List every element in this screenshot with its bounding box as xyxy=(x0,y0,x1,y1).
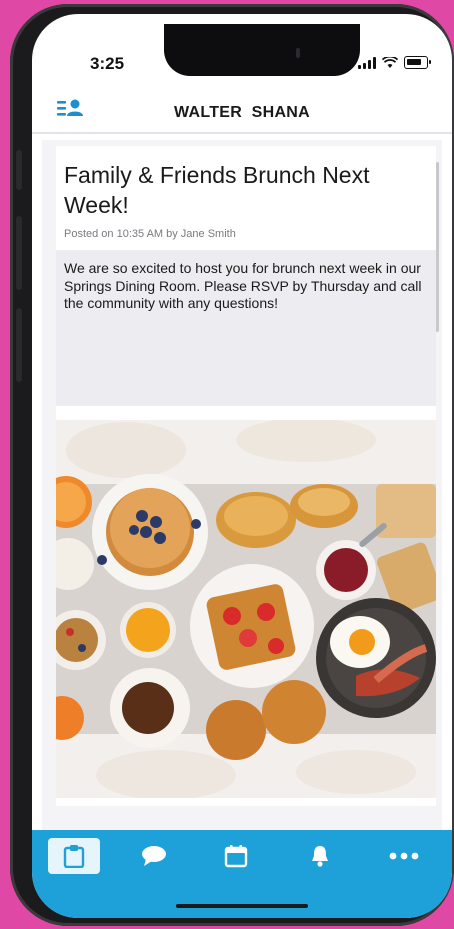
post-card: Family & Friends Brunch Next Week! Poste… xyxy=(56,146,436,806)
post-body: We are so excited to host you for brunch… xyxy=(56,250,436,406)
tab-notifications[interactable] xyxy=(294,838,346,874)
brunch-photo[interactable] xyxy=(56,420,436,798)
signal-icon xyxy=(358,56,376,69)
bell-icon xyxy=(312,846,328,867)
wifi-icon xyxy=(382,56,398,68)
home-indicator[interactable] xyxy=(176,904,308,908)
volume-up-button xyxy=(16,216,22,290)
tab-messages[interactable] xyxy=(128,838,180,874)
post-title: Family & Friends Brunch Next Week! xyxy=(64,162,370,218)
post-meta: Posted on 10:35 AM by Jane Smith xyxy=(64,228,236,240)
calendar-icon xyxy=(224,845,248,868)
phone-frame: 3:25 WALTER SHANA Family & Friends Brunc… xyxy=(10,4,454,926)
chat-bubble-icon xyxy=(142,846,166,866)
tab-calendar[interactable] xyxy=(210,838,262,874)
content-area[interactable]: Family & Friends Brunch Next Week! Poste… xyxy=(42,140,442,830)
tab-posts[interactable] xyxy=(48,838,100,874)
more-dots-icon xyxy=(389,852,419,860)
scrollbar[interactable] xyxy=(436,162,439,332)
silent-switch xyxy=(16,150,22,190)
status-icons xyxy=(358,56,431,69)
tab-more[interactable] xyxy=(378,838,430,874)
notch xyxy=(164,24,360,76)
status-time: 3:25 xyxy=(90,54,125,73)
app-header: WALTER SHANA xyxy=(32,92,452,134)
page-title: WALTER SHANA xyxy=(173,104,311,121)
brunch-photo-illustration xyxy=(56,420,436,798)
battery-icon xyxy=(404,56,431,69)
camera-dot xyxy=(296,48,300,58)
phone-screen: 3:25 WALTER SHANA Family & Friends Brunc… xyxy=(32,14,452,918)
clipboard-icon xyxy=(63,845,85,868)
volume-down-button xyxy=(16,308,22,382)
